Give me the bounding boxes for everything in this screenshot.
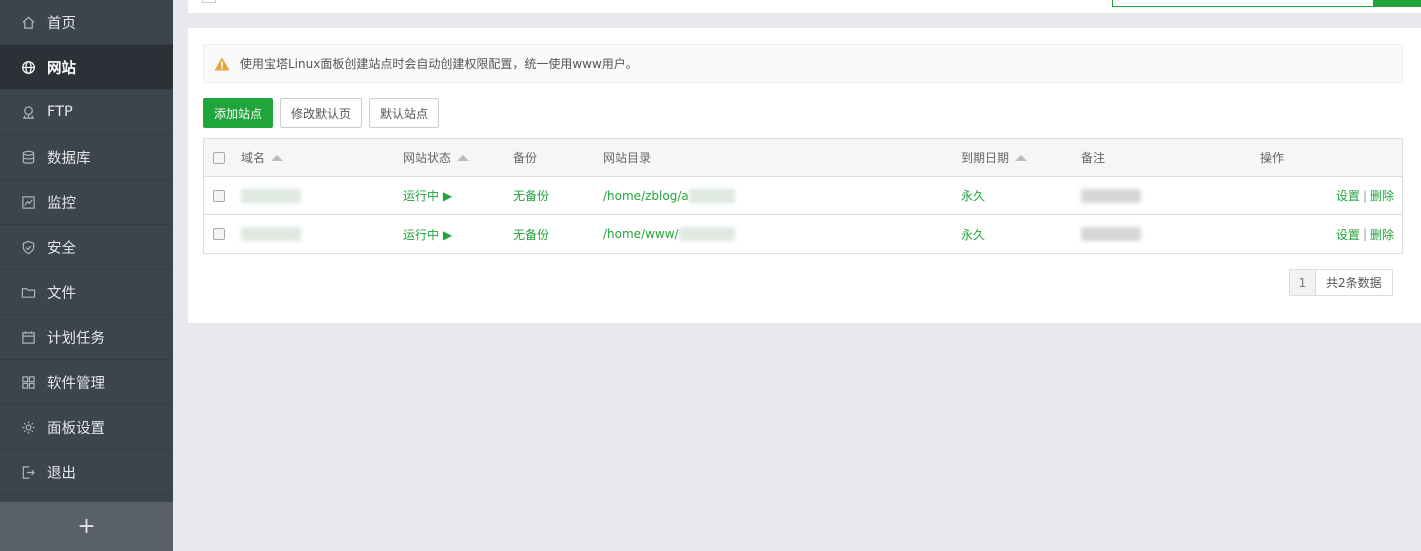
- sidebar-item-website[interactable]: 网站: [0, 45, 173, 90]
- sidebar-item-label: FTP: [47, 104, 73, 120]
- domain-link-redacted[interactable]: [241, 188, 301, 203]
- sidebar-item-cron[interactable]: 计划任务: [0, 315, 173, 360]
- expiry-value[interactable]: 永久: [961, 177, 985, 214]
- settings-link[interactable]: 设置: [1336, 226, 1360, 243]
- search-input[interactable]: [1112, 0, 1374, 7]
- status-badge[interactable]: 运行中 ▶: [403, 177, 452, 214]
- sidebar-item-label: 安全: [47, 240, 76, 257]
- sort-icon: [457, 154, 470, 161]
- sort-icon: [1015, 154, 1028, 161]
- sidebar-item-security[interactable]: 安全: [0, 225, 173, 270]
- sidebar-item-label: 面板设置: [47, 420, 105, 437]
- sidebar-item-label: 退出: [47, 465, 76, 482]
- select-all-checkbox[interactable]: [213, 151, 225, 164]
- table-header: 域名 网站状态 备份 网站目录 到期日期 备注 操作: [204, 139, 1402, 177]
- sidebar-item-logout[interactable]: 退出: [0, 450, 173, 495]
- sidebar-item-label: 数据库: [47, 150, 91, 167]
- apps-icon: [20, 374, 36, 390]
- directory-link[interactable]: /home/www/: [603, 215, 735, 253]
- sort-icon: [271, 154, 284, 161]
- ftp-icon: [20, 104, 36, 120]
- row-actions: 设置 | 删除: [1335, 187, 1394, 204]
- table-row: 运行中 ▶ 无备份 /home/zblog/a 永久 设置 | 删除: [204, 177, 1402, 215]
- header-directory: 网站目录: [603, 151, 652, 165]
- row-actions: 设置 | 删除: [1335, 226, 1394, 243]
- sidebar-item-settings[interactable]: 面板设置: [0, 405, 173, 450]
- sidebar-item-software[interactable]: 软件管理: [0, 360, 173, 405]
- grid-icon: [202, 0, 216, 3]
- directory-link[interactable]: /home/zblog/a: [603, 177, 735, 214]
- home-icon: [20, 14, 36, 30]
- expiry-value[interactable]: 永久: [961, 215, 985, 253]
- edit-default-page-button[interactable]: 修改默认页: [280, 98, 363, 128]
- sidebar-item-label: 首页: [47, 15, 76, 32]
- sidebar-item-ftp[interactable]: FTP: [0, 90, 173, 135]
- remark-redacted[interactable]: [1081, 227, 1141, 241]
- delete-link[interactable]: 删除: [1370, 187, 1394, 204]
- logout-icon: [20, 464, 36, 480]
- toolbar: 添加站点 修改默认页 默认站点: [203, 98, 440, 128]
- database-icon: [20, 149, 36, 165]
- row-checkbox[interactable]: [213, 228, 225, 240]
- add-site-button[interactable]: 添加站点: [203, 98, 274, 128]
- warning-icon: [214, 57, 230, 71]
- table-row: 运行中 ▶ 无备份 /home/www/ 永久 设置 | 删除: [204, 215, 1402, 253]
- site-list-panel: 使用宝塔Linux面板创建站点时会自动创建权限配置，统一使用www用户。 添加站…: [188, 28, 1421, 323]
- sidebar: 首页 网站 FTP 数据库 监控 安全 文件 计划任务 软件管理 面板设置 退出…: [0, 0, 173, 551]
- top-panel: [188, 0, 1421, 13]
- header-domain[interactable]: 域名: [241, 139, 284, 176]
- redacted-text: [678, 227, 735, 241]
- page-number[interactable]: 1: [1290, 270, 1316, 295]
- redacted-text: [688, 188, 735, 203]
- header-remark: 备注: [1081, 151, 1106, 165]
- sidebar-item-files[interactable]: 文件: [0, 270, 173, 315]
- header-actions: 操作: [1260, 151, 1285, 165]
- globe-icon: [20, 59, 36, 75]
- pagination: 1 共2条数据: [1289, 269, 1393, 296]
- domain-link-redacted[interactable]: [241, 227, 301, 241]
- calendar-icon: [20, 329, 36, 345]
- delete-link[interactable]: 删除: [1370, 226, 1394, 243]
- header-backup: 备份: [513, 151, 538, 165]
- gear-icon: [20, 419, 36, 435]
- notice-text: 使用宝塔Linux面板创建站点时会自动创建权限配置，统一使用www用户。: [240, 57, 638, 71]
- header-status[interactable]: 网站状态: [403, 139, 470, 176]
- sidebar-item-home[interactable]: 首页: [0, 0, 173, 45]
- total-count: 共2条数据: [1326, 276, 1382, 290]
- sidebar-add-button[interactable]: +: [0, 502, 173, 551]
- sidebar-item-label: 软件管理: [47, 375, 105, 392]
- sidebar-item-label: 网站: [47, 60, 76, 77]
- settings-link[interactable]: 设置: [1336, 187, 1360, 204]
- sidebar-item-label: 文件: [47, 285, 76, 302]
- backup-link[interactable]: 无备份: [513, 177, 549, 214]
- sidebar-item-label: 计划任务: [47, 330, 105, 347]
- search-button[interactable]: [1374, 0, 1421, 7]
- notice-bar: 使用宝塔Linux面板创建站点时会自动创建权限配置，统一使用www用户。: [203, 44, 1403, 83]
- shield-icon: [20, 239, 36, 255]
- default-site-button[interactable]: 默认站点: [369, 98, 440, 128]
- sidebar-item-label: 监控: [47, 195, 76, 212]
- sidebar-item-monitor[interactable]: 监控: [0, 180, 173, 225]
- row-checkbox[interactable]: [213, 189, 225, 202]
- status-badge[interactable]: 运行中 ▶: [403, 215, 452, 253]
- remark-redacted[interactable]: [1081, 188, 1141, 203]
- header-expiry[interactable]: 到期日期: [961, 139, 1028, 176]
- monitor-icon: [20, 194, 36, 210]
- folder-icon: [20, 284, 36, 300]
- sidebar-item-database[interactable]: 数据库: [0, 135, 173, 180]
- backup-link[interactable]: 无备份: [513, 215, 549, 253]
- site-table: 域名 网站状态 备份 网站目录 到期日期 备注 操作 运行中 ▶ 无备份 /ho…: [203, 138, 1403, 254]
